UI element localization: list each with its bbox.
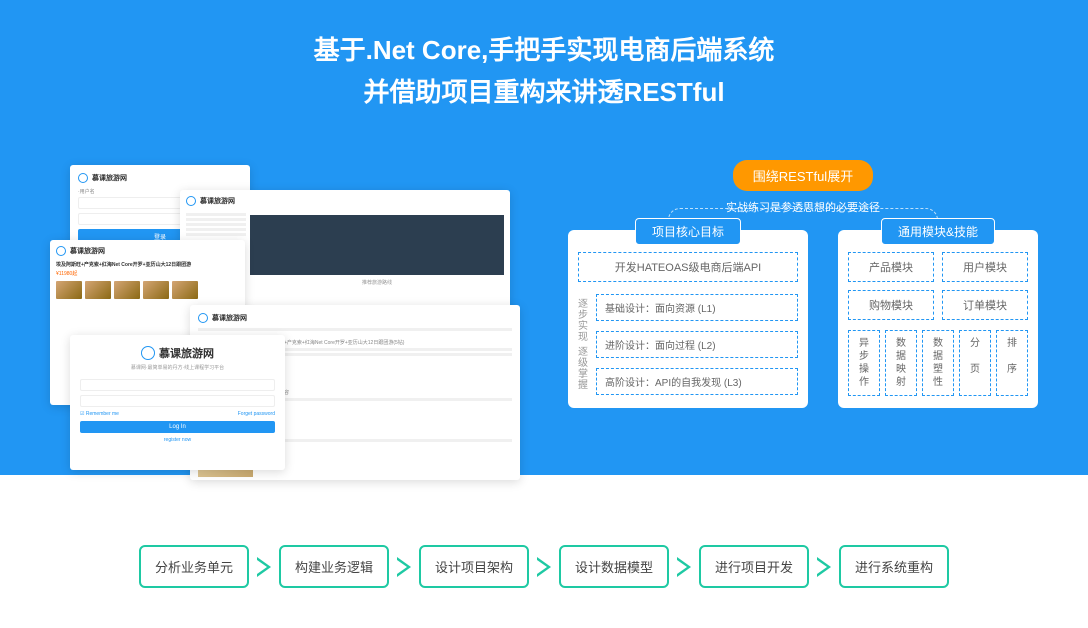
arrow-icon bbox=[257, 557, 271, 577]
title-line-2: 并借助项目重构来讲透RESTful bbox=[0, 72, 1088, 114]
screenshot-collage: 慕课旅游网 ·用户名 登录 慕课旅游网 推荐旅游路线 慕课旅游网 埃及阿斯旺+产… bbox=[50, 165, 490, 485]
core-goal-panel: 项目核心目标 开发HATEOAS级电商后端API 逐步实现逐级掌握 基础设计：面… bbox=[568, 230, 808, 408]
step-4: 设计数据模型 bbox=[559, 545, 669, 588]
title-line-1: 基于.Net Core,手把手实现电商后端系统 bbox=[0, 30, 1088, 72]
skill-shaping: 数据塑性 bbox=[922, 330, 954, 396]
hero-section: 基于.Net Core,手把手实现电商后端系统 并借助项目重构来讲透RESTfu… bbox=[0, 0, 1088, 475]
main-title: 基于.Net Core,手把手实现电商后端系统 并借助项目重构来讲透RESTfu… bbox=[0, 30, 1088, 113]
core-goal-title: 项目核心目标 bbox=[635, 218, 741, 245]
step-2: 构建业务逻辑 bbox=[279, 545, 389, 588]
flow-steps: 分析业务单元 构建业务逻辑 设计项目架构 设计数据模型 进行项目开发 进行系统重… bbox=[0, 545, 1088, 588]
step-1: 分析业务单元 bbox=[139, 545, 249, 588]
skill-async: 异步操作 bbox=[848, 330, 880, 396]
skill-paging: 分·页 bbox=[959, 330, 991, 396]
module-product: 产品模块 bbox=[848, 252, 934, 282]
restful-badge: 围绕RESTful展开 bbox=[733, 160, 873, 191]
module-cart: 购物模块 bbox=[848, 290, 934, 320]
step-5: 进行项目开发 bbox=[699, 545, 809, 588]
api-goal: 开发HATEOAS级电商后端API bbox=[578, 252, 798, 282]
level-l1: 基础设计：面向资源 (L1) bbox=[596, 294, 798, 321]
screenshot-login-large: 慕课旅游网 慕课网·最简单易的丹方·线上课程学习平台 ☑ Remember me… bbox=[70, 335, 285, 470]
skill-panel-title: 通用模块&技能 bbox=[881, 218, 995, 245]
level-l2: 进阶设计：面向过程 (L2) bbox=[596, 331, 798, 358]
arrow-icon bbox=[537, 557, 551, 577]
module-user: 用户模块 bbox=[942, 252, 1028, 282]
skill-sort: 排·序 bbox=[996, 330, 1028, 396]
skill-mapping: 数据映射 bbox=[885, 330, 917, 396]
vertical-label: 逐步实现逐级掌握 bbox=[578, 294, 590, 395]
module-order: 订单模块 bbox=[942, 290, 1028, 320]
skill-panel: 通用模块&技能 产品模块 用户模块 购物模块 订单模块 异步操作 数据映射 数据… bbox=[838, 230, 1038, 408]
arrow-icon bbox=[397, 557, 411, 577]
arrow-icon bbox=[817, 557, 831, 577]
arrow-icon bbox=[677, 557, 691, 577]
concept-diagram: 围绕RESTful展开 实战练习是参透思想的必要途径 项目核心目标 开发HATE… bbox=[568, 160, 1038, 408]
step-3: 设计项目架构 bbox=[419, 545, 529, 588]
level-l3: 高阶设计：API的自我发现 (L3) bbox=[596, 368, 798, 395]
step-6: 进行系统重构 bbox=[839, 545, 949, 588]
